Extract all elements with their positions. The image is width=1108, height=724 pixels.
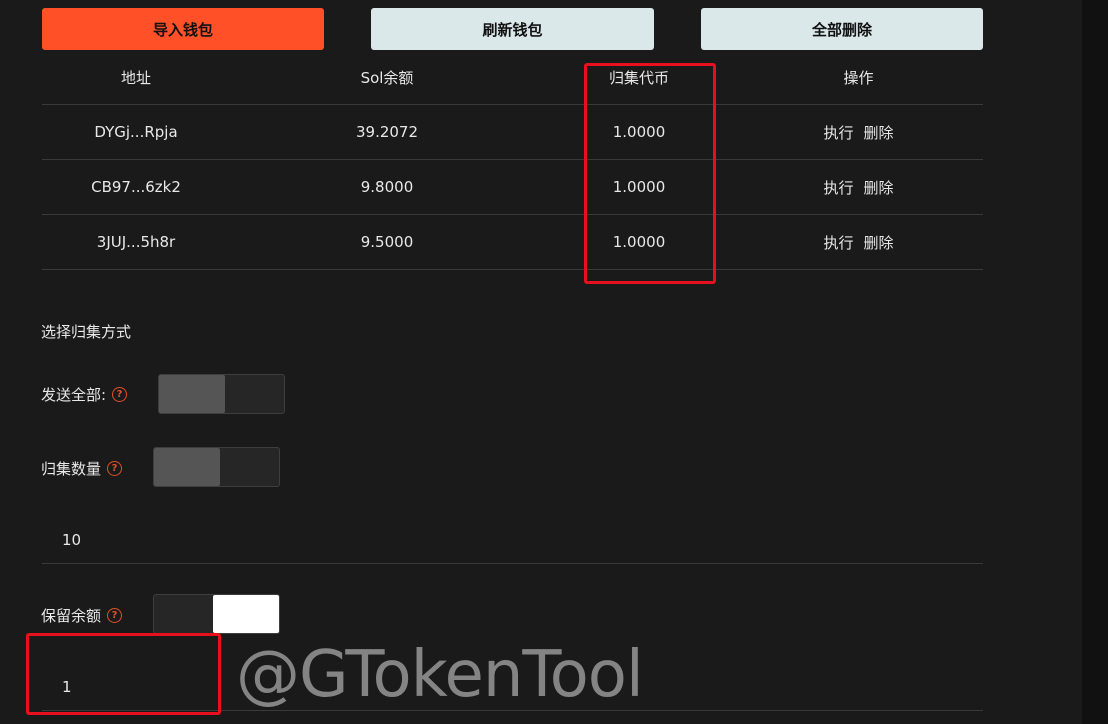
wallet-table: 地址 Sol余额 归集代币 操作 DYGj...Rpja 39.2072 1.0… — [42, 50, 983, 270]
help-icon[interactable]: ? — [107, 461, 123, 476]
help-icon[interactable]: ? — [112, 387, 128, 402]
delete-button[interactable]: 删除 — [864, 232, 894, 253]
help-icon[interactable]: ? — [107, 608, 123, 623]
row-token-amount: 1.0000 — [612, 123, 666, 141]
reserve-balance-label-text: 保留余额 — [41, 607, 102, 625]
import-wallet-button[interactable]: 导入钱包 — [42, 8, 324, 50]
table-header: 地址 Sol余额 归集代币 操作 — [42, 50, 983, 105]
row-address: DYGj...Rpja — [94, 123, 178, 141]
toggle-knob — [213, 595, 279, 633]
reserve-balance-input[interactable]: 1 — [42, 663, 983, 711]
collect-amount-input[interactable]: 10 — [42, 516, 983, 564]
header-address: 地址 — [120, 68, 151, 87]
send-all-toggle[interactable] — [158, 374, 285, 414]
page: 导入钱包 刷新钱包 全部删除 地址 Sol余额 归集代币 操作 DYGj...R… — [0, 0, 1108, 724]
row-sol-balance: 9.8000 — [360, 178, 414, 196]
row-token-amount: 1.0000 — [612, 233, 666, 251]
header-actions: 操作 — [843, 68, 874, 87]
row-sol-balance: 9.5000 — [360, 233, 414, 251]
delete-all-button[interactable]: 全部删除 — [701, 8, 983, 50]
reserve-balance-label: 保留余额 ? — [41, 605, 123, 626]
send-all-label: 发送全部: ? — [41, 384, 128, 405]
toggle-knob — [154, 448, 220, 486]
row-sol-balance: 39.2072 — [355, 123, 419, 141]
row-actions: 执行 删除 — [734, 177, 983, 198]
collect-amount-label: 归集数量 ? — [41, 458, 123, 479]
send-all-label-text: 发送全部: — [41, 386, 107, 404]
collect-method-title: 选择归集方式 — [41, 323, 132, 341]
row-actions: 执行 删除 — [734, 232, 983, 253]
scrollbar[interactable] — [1082, 0, 1108, 724]
row-token-amount: 1.0000 — [612, 178, 666, 196]
table-row: DYGj...Rpja 39.2072 1.0000 执行 删除 — [42, 105, 983, 160]
table-row: CB97...6zk2 9.8000 1.0000 执行 删除 — [42, 160, 983, 215]
execute-button[interactable]: 执行 — [823, 122, 853, 143]
table-row: 3JUJ...5h8r 9.5000 1.0000 执行 删除 — [42, 215, 983, 270]
row-actions: 执行 删除 — [734, 122, 983, 143]
header-collect-token: 归集代币 — [608, 68, 669, 87]
row-address: CB97...6zk2 — [91, 178, 181, 196]
delete-button[interactable]: 删除 — [864, 177, 894, 198]
delete-button[interactable]: 删除 — [864, 122, 894, 143]
refresh-wallet-button[interactable]: 刷新钱包 — [371, 8, 654, 50]
header-sol-balance: Sol余额 — [360, 68, 414, 87]
reserve-balance-toggle[interactable] — [153, 594, 280, 634]
row-address: 3JUJ...5h8r — [96, 233, 176, 251]
collect-amount-label-text: 归集数量 — [41, 460, 102, 478]
execute-button[interactable]: 执行 — [823, 232, 853, 253]
collect-amount-toggle[interactable] — [153, 447, 280, 487]
execute-button[interactable]: 执行 — [823, 177, 853, 198]
toggle-knob — [159, 375, 225, 413]
